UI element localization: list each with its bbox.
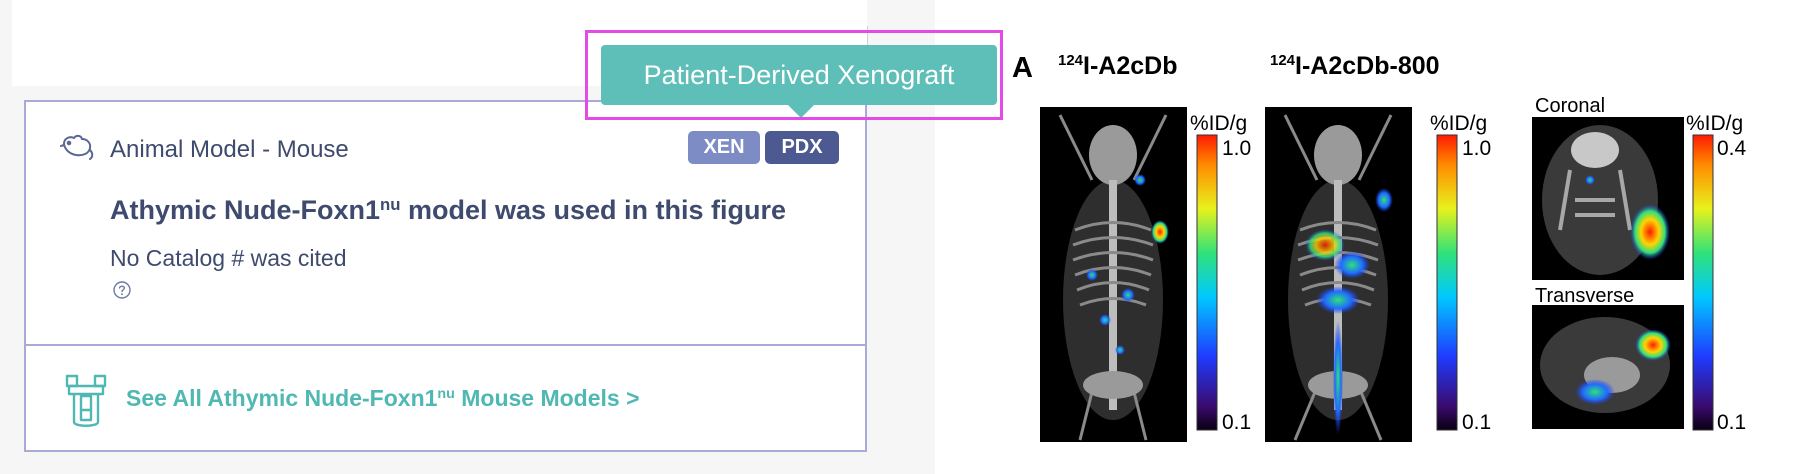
scale1-min: 0.1 — [1222, 411, 1251, 434]
colorbar-1 — [1196, 134, 1218, 431]
colorbar-2 — [1436, 134, 1458, 431]
coronal-label: Coronal — [1535, 95, 1605, 117]
scale2-max: 1.0 — [1462, 137, 1491, 160]
scan-panel-2 — [1265, 107, 1412, 442]
colorbar-3 — [1692, 134, 1714, 431]
panel1-title-sup: 124 — [1058, 52, 1084, 69]
panel2-title-main: I-A2cDb-800 — [1295, 52, 1440, 80]
unit-label-3: %ID/g — [1686, 112, 1743, 135]
panel1-title: 124I-A2cDb — [1058, 52, 1178, 80]
scale1-max: 1.0 — [1222, 137, 1251, 160]
scale2-min: 0.1 — [1462, 411, 1491, 434]
transverse-scan — [1532, 305, 1684, 429]
scan-panel-1 — [1040, 107, 1187, 442]
panel2-title: 124I-A2cDb-800 — [1270, 52, 1440, 80]
scale3-min: 0.1 — [1717, 411, 1746, 434]
scale3-max: 0.4 — [1717, 137, 1747, 160]
transverse-label: Transverse — [1535, 285, 1634, 307]
unit-label-2: %ID/g — [1430, 112, 1487, 135]
panel-letter: A — [1012, 52, 1033, 84]
pet-ct-figure: A 124I-A2cDb 124I-A2cDb-800 %ID/g 1.0 0.… — [1012, 52, 1747, 442]
unit-label-1: %ID/g — [1190, 112, 1247, 135]
panel1-title-main: I-A2cDb — [1083, 52, 1177, 80]
coronal-scan — [1532, 117, 1684, 280]
panel2-title-sup: 124 — [1270, 52, 1296, 69]
